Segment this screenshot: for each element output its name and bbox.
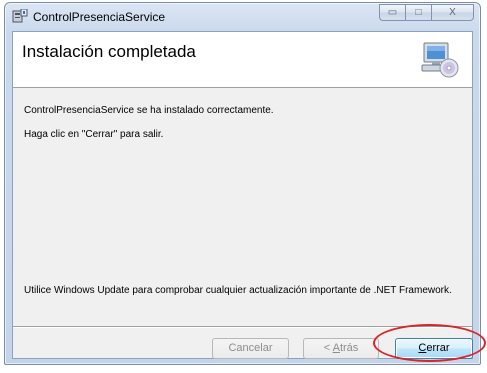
exit-instruction: Haga clic en "Cerrar" para salir. — [24, 129, 164, 140]
installer-window: ControlPresenciaService ▭ □ X Instalació… — [4, 2, 481, 365]
close-button-highlight-ring — [373, 324, 486, 362]
installer-app-icon — [12, 9, 28, 23]
back-button[interactable]: < Atrás — [303, 338, 379, 359]
back-button-accelerator: A — [332, 342, 340, 354]
window-title: ControlPresenciaService — [33, 10, 166, 24]
title-bar[interactable]: ControlPresenciaService ▭ □ X — [5, 3, 480, 29]
dotnet-update-note: Utilice Windows Update para comprobar cu… — [24, 285, 452, 296]
back-button-prefix: < — [323, 342, 333, 354]
maximize-icon: □ — [415, 7, 422, 18]
cancel-button-label: Cancelar — [228, 342, 273, 354]
computer-cd-icon — [421, 42, 459, 78]
close-window-button[interactable]: X — [431, 4, 474, 21]
maximize-button[interactable]: □ — [405, 4, 431, 21]
caption-buttons: ▭ □ X — [379, 4, 474, 21]
close-icon: X — [449, 7, 456, 18]
back-button-label: trás — [339, 342, 359, 354]
header-band: Instalación completada — [13, 32, 472, 88]
dialog-client-area: Instalación completada ControlPresenciaS… — [12, 31, 473, 359]
success-message: ControlPresenciaService se ha instalado … — [24, 105, 274, 116]
minimize-icon: ▭ — [387, 7, 398, 18]
page-title: Instalación completada — [22, 42, 196, 61]
minimize-button[interactable]: ▭ — [379, 4, 405, 21]
cancel-button[interactable]: Cancelar — [212, 338, 289, 359]
